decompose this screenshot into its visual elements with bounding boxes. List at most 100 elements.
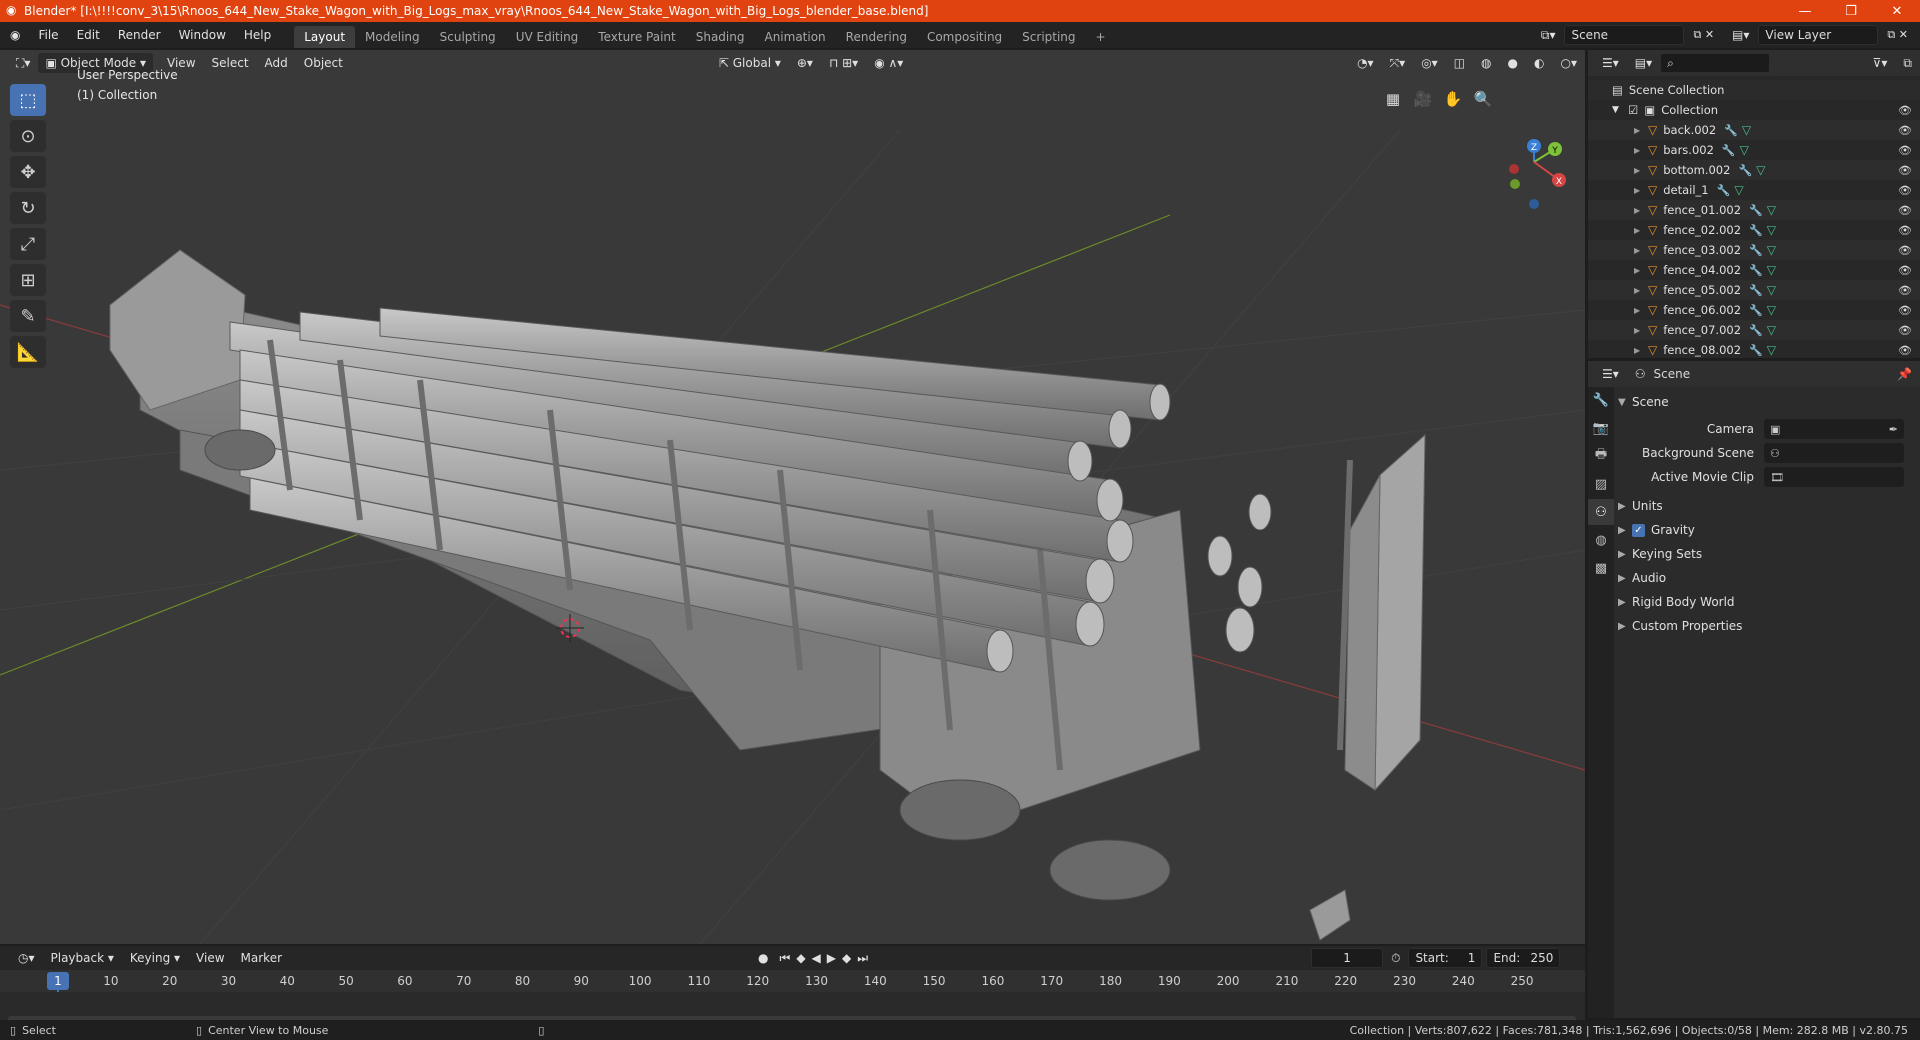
select-box-tool-icon[interactable]: ⬚ — [10, 84, 46, 116]
keying-sets-panel[interactable]: ▶ Keying Sets — [1618, 543, 1916, 565]
mesh-data-icon[interactable]: ▽ — [1767, 303, 1776, 317]
tab-scripting[interactable]: Scripting — [1012, 26, 1085, 48]
eye-icon[interactable]: 👁 — [1898, 224, 1912, 237]
output-tab-icon[interactable]: 🖶 — [1588, 443, 1614, 469]
expand-arrow-icon[interactable]: ▶ — [1634, 186, 1644, 195]
view-layer-field[interactable]: View Layer — [1758, 25, 1879, 45]
3d-viewport[interactable]: Z Y X ⛶▾ ▣ Object Mode ▾ View Select Add… — [0, 50, 1585, 944]
menu-timeline-view[interactable]: View — [188, 948, 232, 968]
expand-arrow-icon[interactable]: ▶ — [1634, 226, 1644, 235]
modifier-wrench-icon[interactable]: 🔧 — [1722, 144, 1736, 157]
shading-rendered-icon[interactable]: ○▾ — [1553, 53, 1586, 73]
expand-arrow-icon[interactable]: ▶ — [1634, 306, 1644, 315]
modifier-wrench-icon[interactable]: 🔧 — [1749, 224, 1763, 237]
blender-menu-icon[interactable]: ◉ — [0, 22, 29, 48]
gravity-checkbox[interactable]: ✓ — [1632, 523, 1645, 537]
shading-wireframe-icon[interactable]: ◍ — [1473, 53, 1499, 73]
close-button[interactable]: ✕ — [1874, 4, 1920, 19]
modifier-wrench-icon[interactable]: 🔧 — [1717, 184, 1731, 197]
tab-uv-editing[interactable]: UV Editing — [506, 26, 589, 48]
display-mode-icon[interactable]: ▤▾ — [1627, 53, 1660, 73]
eye-icon[interactable]: 👁 — [1898, 264, 1912, 277]
play-icon[interactable]: ▶ — [824, 948, 839, 968]
texture-tab-icon[interactable]: ▩ — [1588, 555, 1614, 581]
world-tab-icon[interactable]: ◍ — [1588, 527, 1614, 553]
timeline-ruler[interactable]: 1 10 20 30 40 50 60 70 80 90 100 110 120 130 140 150 160… — [0, 970, 1585, 1026]
expand-arrow-icon[interactable]: ▶ — [1634, 126, 1644, 135]
jump-start-icon[interactable]: ⏮ — [777, 948, 794, 968]
new-scene-icon[interactable]: ⧉ ✕ — [1684, 22, 1723, 48]
active-movie-clip-field[interactable]: 🎞 — [1764, 467, 1904, 487]
expand-arrow-icon[interactable]: ▶ — [1634, 266, 1644, 275]
scene-panel-header[interactable]: ▼ Scene — [1618, 391, 1916, 413]
expand-arrow-icon[interactable]: ▶ — [1634, 146, 1644, 155]
eye-icon[interactable]: 👁 — [1898, 324, 1912, 337]
units-panel[interactable]: ▶ Units — [1618, 495, 1916, 517]
eye-icon[interactable]: 👁 — [1898, 204, 1912, 217]
transform-tool-icon[interactable]: ⊞ — [10, 264, 46, 296]
eye-icon[interactable]: 👁 — [1898, 184, 1912, 197]
mesh-data-icon[interactable]: ▽ — [1767, 283, 1776, 297]
eye-icon[interactable]: 👁 — [1898, 244, 1912, 257]
modifier-wrench-icon[interactable]: 🔧 — [1749, 264, 1763, 277]
navigation-gizmo[interactable]: Z Y X — [1509, 139, 1566, 209]
tool-tab-icon[interactable]: 🔧 — [1588, 387, 1614, 413]
cursor-tool-icon[interactable]: ⊙ — [10, 120, 46, 152]
outliner-object-row[interactable]: ▶ ▽ fence_01.002 🔧 ▽ 👁 — [1588, 200, 1920, 220]
menu-render[interactable]: Render — [109, 22, 170, 48]
menu-help[interactable]: Help — [235, 22, 280, 48]
camera-field[interactable]: ▣ ✒ — [1764, 419, 1904, 439]
measure-tool-icon[interactable]: 📐 — [10, 336, 46, 368]
xray-toggle-icon[interactable]: ◫ — [1446, 53, 1473, 73]
modifier-wrench-icon[interactable]: 🔧 — [1738, 164, 1752, 177]
snap-icon[interactable]: ⊓ ⊞▾ — [821, 53, 866, 73]
mesh-data-icon[interactable]: ▽ — [1767, 223, 1776, 237]
eye-icon[interactable]: 👁 — [1898, 104, 1912, 117]
menu-keying[interactable]: Keying ▾ — [122, 948, 188, 968]
mesh-data-icon[interactable]: ▽ — [1767, 243, 1776, 257]
next-keyframe-icon[interactable]: ◆ — [839, 948, 854, 968]
start-frame-field[interactable]: Start: 1 — [1408, 948, 1483, 968]
view-layer-tab-icon[interactable]: ▨ — [1588, 471, 1614, 497]
shading-solid-icon[interactable]: ● — [1500, 53, 1526, 73]
pan-hand-icon[interactable]: ✋ — [1440, 86, 1466, 112]
timeline-editor-type-icon[interactable]: ◷▾ — [10, 948, 43, 968]
add-workspace-button[interactable]: + — [1086, 26, 1116, 48]
collection-row[interactable]: ▼ ☑ ▣ Collection 👁 — [1588, 100, 1920, 120]
eye-icon[interactable]: 👁 — [1898, 344, 1912, 357]
tab-sculpting[interactable]: Sculpting — [430, 26, 506, 48]
outliner-object-row[interactable]: ▶ ▽ fence_07.002 🔧 ▽ 👁 — [1588, 320, 1920, 340]
background-scene-field[interactable]: ⚇ — [1764, 443, 1904, 463]
rotate-tool-icon[interactable]: ↻ — [10, 192, 46, 224]
filter-icon[interactable]: ⊽▾ — [1865, 53, 1896, 73]
menu-add[interactable]: Add — [257, 53, 296, 73]
eye-icon[interactable]: 👁 — [1898, 164, 1912, 177]
stopwatch-icon[interactable]: ⏱ — [1383, 948, 1408, 968]
mesh-data-icon[interactable]: ▽ — [1767, 343, 1776, 357]
minimize-button[interactable]: — — [1782, 4, 1828, 19]
gravity-panel[interactable]: ▶ ✓ Gravity — [1618, 519, 1916, 541]
expand-arrow-icon[interactable]: ▶ — [1634, 206, 1644, 215]
menu-window[interactable]: Window — [170, 22, 235, 48]
outliner-object-row[interactable]: ▶ ▽ fence_04.002 🔧 ▽ 👁 — [1588, 260, 1920, 280]
outliner-object-row[interactable]: ▶ ▽ fence_06.002 🔧 ▽ 👁 — [1588, 300, 1920, 320]
mesh-data-icon[interactable]: ▽ — [1740, 143, 1749, 157]
transform-orientation-dropdown[interactable]: ⇱ Global ▾ — [711, 53, 789, 73]
play-reverse-icon[interactable]: ◀ — [809, 948, 824, 968]
tab-layout[interactable]: Layout — [294, 26, 356, 48]
menu-object[interactable]: Object — [296, 53, 351, 73]
eyedropper-icon[interactable]: ✒ — [1889, 423, 1898, 436]
move-tool-icon[interactable]: ✥ — [10, 156, 46, 188]
visibility-icon[interactable]: ◔▾ — [1349, 53, 1382, 73]
zoom-icon[interactable]: 🔍 — [1470, 86, 1496, 112]
audio-panel[interactable]: ▶ Audio — [1618, 567, 1916, 589]
mesh-data-icon[interactable]: ▽ — [1767, 203, 1776, 217]
new-view-layer-icon[interactable]: ⧉ ✕ — [1878, 22, 1920, 48]
expand-arrow-icon[interactable]: ▶ — [1634, 326, 1644, 335]
outliner-editor-type-icon[interactable]: ☰▾ — [1594, 53, 1627, 73]
mesh-data-icon[interactable]: ▽ — [1742, 123, 1751, 137]
jump-end-icon[interactable]: ⏭ — [854, 948, 871, 968]
outliner-object-row[interactable]: ▶ ▽ bottom.002 🔧 ▽ 👁 — [1588, 160, 1920, 180]
properties-editor-type-icon[interactable]: ☰▾ — [1594, 364, 1627, 384]
tab-compositing[interactable]: Compositing — [917, 26, 1012, 48]
